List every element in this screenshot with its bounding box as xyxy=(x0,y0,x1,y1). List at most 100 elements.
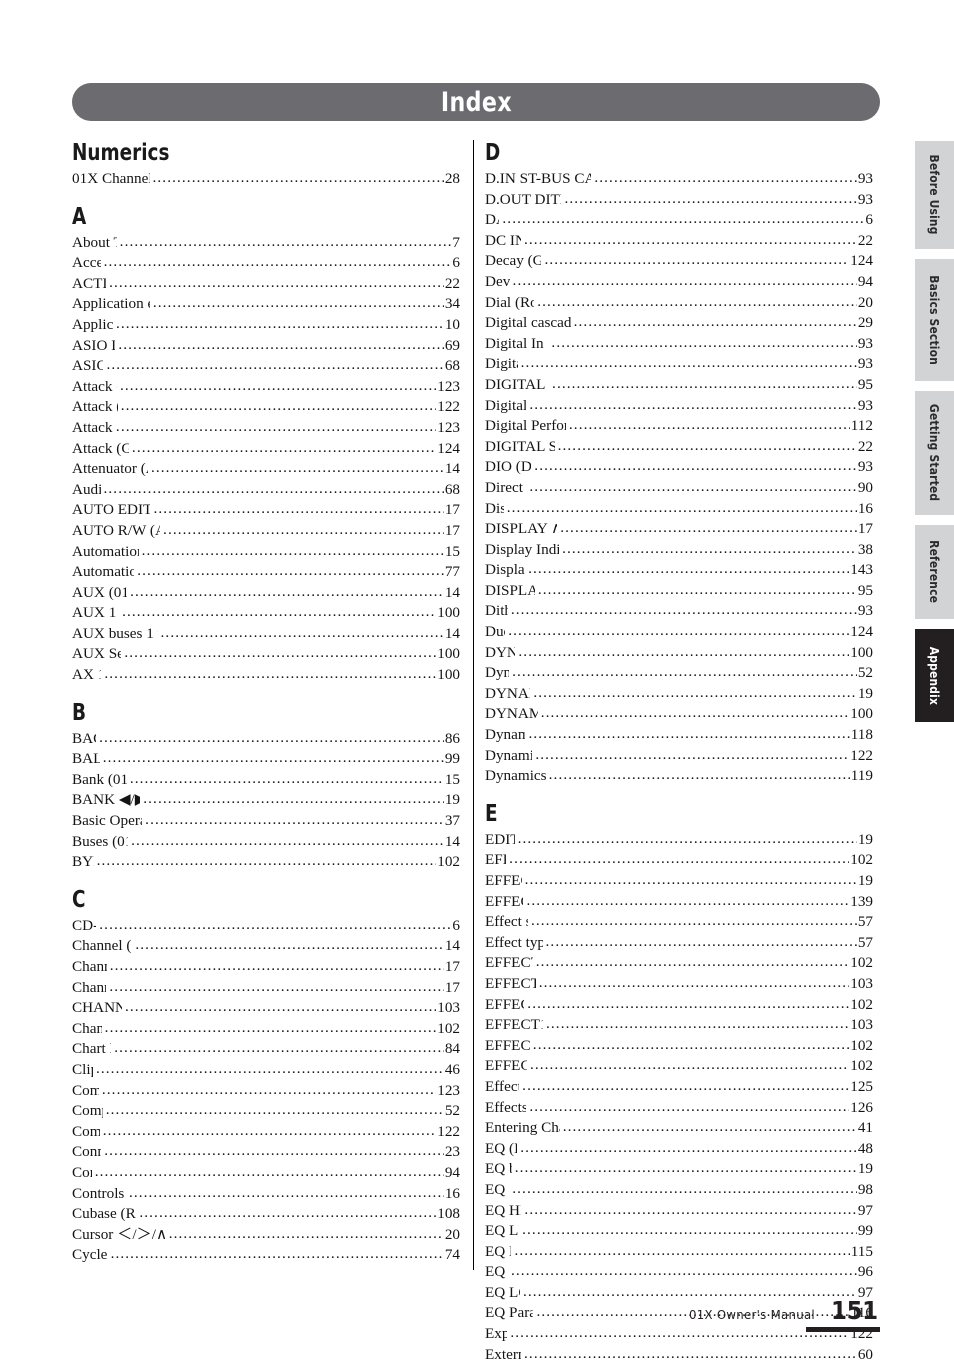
index-entry[interactable]: Cubase (Remote Function List) 108 xyxy=(72,1204,460,1225)
index-entry[interactable]: Attack (Compander) 123 xyxy=(72,377,460,398)
index-entry[interactable]: Display Indications (Basics Section) 38 xyxy=(485,540,873,561)
index-entry[interactable]: Decay (Gate and Ducking) 124 xyxy=(485,251,873,272)
index-entry[interactable]: BALANCE 99 xyxy=(72,749,460,770)
side-tab-reference[interactable]: Reference xyxy=(915,525,954,619)
index-entry[interactable]: Entering Characters (Basics Section) 41 xyxy=(485,1118,873,1139)
index-entry[interactable]: Compression 52 xyxy=(72,1101,460,1122)
index-entry[interactable]: DIGITAL OUT COPYRIGHT 95 xyxy=(485,375,873,396)
index-entry[interactable]: Effect type and parameters 57 xyxy=(485,933,873,954)
index-entry[interactable]: EQ Library 115 xyxy=(485,1242,873,1263)
index-entry[interactable]: Effects Parameters 126 xyxy=(485,1098,873,1119)
index-entry[interactable]: AUTO R/W (Automation Read/Write) button 1… xyxy=(72,521,460,542)
index-entry[interactable]: EQ (EQ Tips) 48 xyxy=(485,1139,873,1160)
index-entry[interactable]: Compressor 122 xyxy=(72,1122,460,1143)
index-entry[interactable]: EFFECT PATCH 139 xyxy=(485,892,873,913)
index-entry[interactable]: EDIT button 19 xyxy=(485,830,873,851)
index-entry[interactable]: Dynamics Parameters 122 xyxy=(485,746,873,767)
index-entry[interactable]: Effect send routing 57 xyxy=(485,912,873,933)
index-entry[interactable]: ASIO Driver Setup 69 xyxy=(72,336,460,357)
index-entry[interactable]: Dynamics Parameters/Values 119 xyxy=(485,766,873,787)
index-entry[interactable]: EFFECT1/2 LIBRARY 103 xyxy=(485,974,873,995)
index-entry[interactable]: EFFECT 102 xyxy=(485,850,873,871)
index-entry[interactable]: Dial (Rotary Encoder) 20 xyxy=(485,293,873,314)
index-entry[interactable]: Chart Indications 84 xyxy=(72,1039,460,1060)
index-entry[interactable]: Digital Performer (Remote Function List)… xyxy=(485,416,873,437)
index-entry[interactable]: Cycle playback 74 xyxy=(72,1245,460,1266)
index-entry[interactable]: Console 94 xyxy=(72,1163,460,1184)
index-entry[interactable]: EFFECT1/2 MIX 102 xyxy=(485,995,873,1016)
index-entry[interactable]: AX 1 – 4-PP 100 xyxy=(72,665,460,686)
index-entry[interactable]: BYPASS 102 xyxy=(72,852,460,873)
index-entry[interactable]: DISPLAY ∧/∨ (Up/Down) buttons 17 xyxy=(485,519,873,540)
index-entry[interactable]: Clipping 46 xyxy=(72,1060,460,1081)
index-entry[interactable]: Compander 123 xyxy=(72,1081,460,1102)
index-entry[interactable]: ASIO mLAN 68 xyxy=(72,356,460,377)
index-entry[interactable]: Application examples (Basics Section) 34 xyxy=(72,294,460,315)
index-entry[interactable]: Dynamics Library 118 xyxy=(485,725,873,746)
index-entry[interactable]: Digital cascade connection (Basics Secti… xyxy=(485,313,873,334)
index-entry[interactable]: About This Manual 7 xyxy=(72,233,460,254)
index-entry[interactable]: AUX (01X Terminology) 14 xyxy=(72,583,460,604)
index-entry[interactable]: Attenuator (ATT) (01X Terminology) 14 xyxy=(72,459,460,480)
index-entry[interactable]: EFFECT button 19 xyxy=(485,871,873,892)
index-entry[interactable]: AUTO EDIT (Automation Edit) button 17 xyxy=(72,500,460,521)
index-entry[interactable]: Connections 23 xyxy=(72,1142,460,1163)
index-entry[interactable]: CD-ROM 6 xyxy=(72,916,460,937)
index-entry[interactable]: EQ LIBRARY 99 xyxy=(485,1221,873,1242)
index-entry[interactable]: Effects Library 125 xyxy=(485,1077,873,1098)
index-entry[interactable]: DC IN terminal 22 xyxy=(485,231,873,252)
index-entry[interactable]: EQ HIGH 98 xyxy=(485,1180,873,1201)
side-tab-getting-started[interactable]: Getting Started xyxy=(915,391,954,515)
index-entry[interactable]: Attack (Gate and Ducking) 124 xyxy=(72,439,460,460)
index-entry[interactable]: Buses (01X Terminology) 14 xyxy=(72,832,460,853)
index-entry[interactable]: EFFECT1/2 PARAMETER 103 xyxy=(485,1015,873,1036)
index-entry[interactable]: Display Messages 143 xyxy=(485,560,873,581)
index-entry[interactable]: Channel faders 17 xyxy=(72,957,460,978)
index-entry[interactable]: Bank (01X Terminology) 15 xyxy=(72,770,460,791)
index-entry[interactable]: Channel Pair 102 xyxy=(72,1019,460,1040)
index-entry[interactable]: DISPLAY SETTINGS 95 xyxy=(485,581,873,602)
index-entry[interactable]: Attack (Compressor) 122 xyxy=(72,397,460,418)
side-tab-basics-section[interactable]: Basics Section xyxy=(915,259,954,381)
index-entry[interactable]: Dynamics 52 xyxy=(485,663,873,684)
index-entry[interactable]: EQ LOW 96 xyxy=(485,1262,873,1283)
index-entry[interactable]: Digital In Stereo Bus Cascade 93 xyxy=(485,334,873,355)
side-tab-before-using[interactable]: Before Using xyxy=(915,141,954,249)
index-entry[interactable]: Basic Operations (Basics Section) 37 xyxy=(72,811,460,832)
index-entry[interactable]: Attack (Expander) 123 xyxy=(72,418,460,439)
index-entry[interactable]: EQ buttons 19 xyxy=(485,1159,873,1180)
index-entry[interactable]: D.IN ST-BUS CASCADE (Digital In Stereo B… xyxy=(485,169,873,190)
index-entry[interactable]: DIO (Digital In/Out) 93 xyxy=(485,457,873,478)
index-entry[interactable]: DIGITAL STEREO IN/OUT jack 22 xyxy=(485,437,873,458)
side-tab-appendix[interactable]: Appendix xyxy=(915,629,954,722)
index-entry[interactable]: Application Index 10 xyxy=(72,315,460,336)
index-entry[interactable]: Channel (01X Terminology) 14 xyxy=(72,936,460,957)
index-entry[interactable]: Device ID 94 xyxy=(485,272,873,293)
index-entry[interactable]: EQ HIGH-MID 97 xyxy=(485,1201,873,1222)
index-entry[interactable]: EFFECT1/2 TYPE 102 xyxy=(485,1056,873,1077)
index-entry[interactable]: Digital Out Dither 93 xyxy=(485,396,873,417)
index-entry[interactable]: DYNAMICS LIBRARY 100 xyxy=(485,704,873,725)
index-entry[interactable]: Ducking 124 xyxy=(485,622,873,643)
index-entry[interactable]: Display 16 xyxy=(485,499,873,520)
index-entry[interactable]: DYNAMICS button 19 xyxy=(485,684,873,705)
index-entry[interactable]: EFFECT1/2 PATCH 102 xyxy=(485,1036,873,1057)
index-entry[interactable]: Automation (01X Terminology) 15 xyxy=(72,542,460,563)
index-entry[interactable]: BANK ◀/▶ (Left/Right) buttons 19 xyxy=(72,790,460,811)
index-entry[interactable]: AUX 1 – 4PREPOST 100 xyxy=(72,603,460,624)
index-entry[interactable]: Digital In/Out 93 xyxy=(485,354,873,375)
index-entry[interactable]: ACTIVE lamp 22 xyxy=(72,274,460,295)
index-entry[interactable]: Cursor ＜/＞/∧/∨ (Left/Right/Up/Down) butt… xyxy=(72,1225,460,1246)
index-entry[interactable]: EFFECT1/2 BYPASS 102 xyxy=(485,953,873,974)
index-entry[interactable]: Dithering 93 xyxy=(485,601,873,622)
index-entry[interactable]: Accessories 6 xyxy=(72,253,460,274)
index-entry[interactable]: CHANNEL LIBRARY 103 xyxy=(72,998,460,1019)
index-entry[interactable]: AUX Send Level 1 – 4 100 xyxy=(72,644,460,665)
index-entry[interactable]: DAW 6 xyxy=(485,210,873,231)
index-entry[interactable]: D.OUT DITHER (Digital Out Dither) 93 xyxy=(485,190,873,211)
index-entry[interactable]: External effects 60 xyxy=(485,1345,873,1365)
index-entry[interactable]: 01X Channel Module (Basics Section) 28 xyxy=(72,169,460,190)
index-entry[interactable]: AUX buses 1 through 4 (01X Terminology) 1… xyxy=(72,624,460,645)
index-entry[interactable]: Direct out settings 90 xyxy=(485,478,873,499)
index-entry[interactable]: Controls and Connectors 16 xyxy=(72,1184,460,1205)
